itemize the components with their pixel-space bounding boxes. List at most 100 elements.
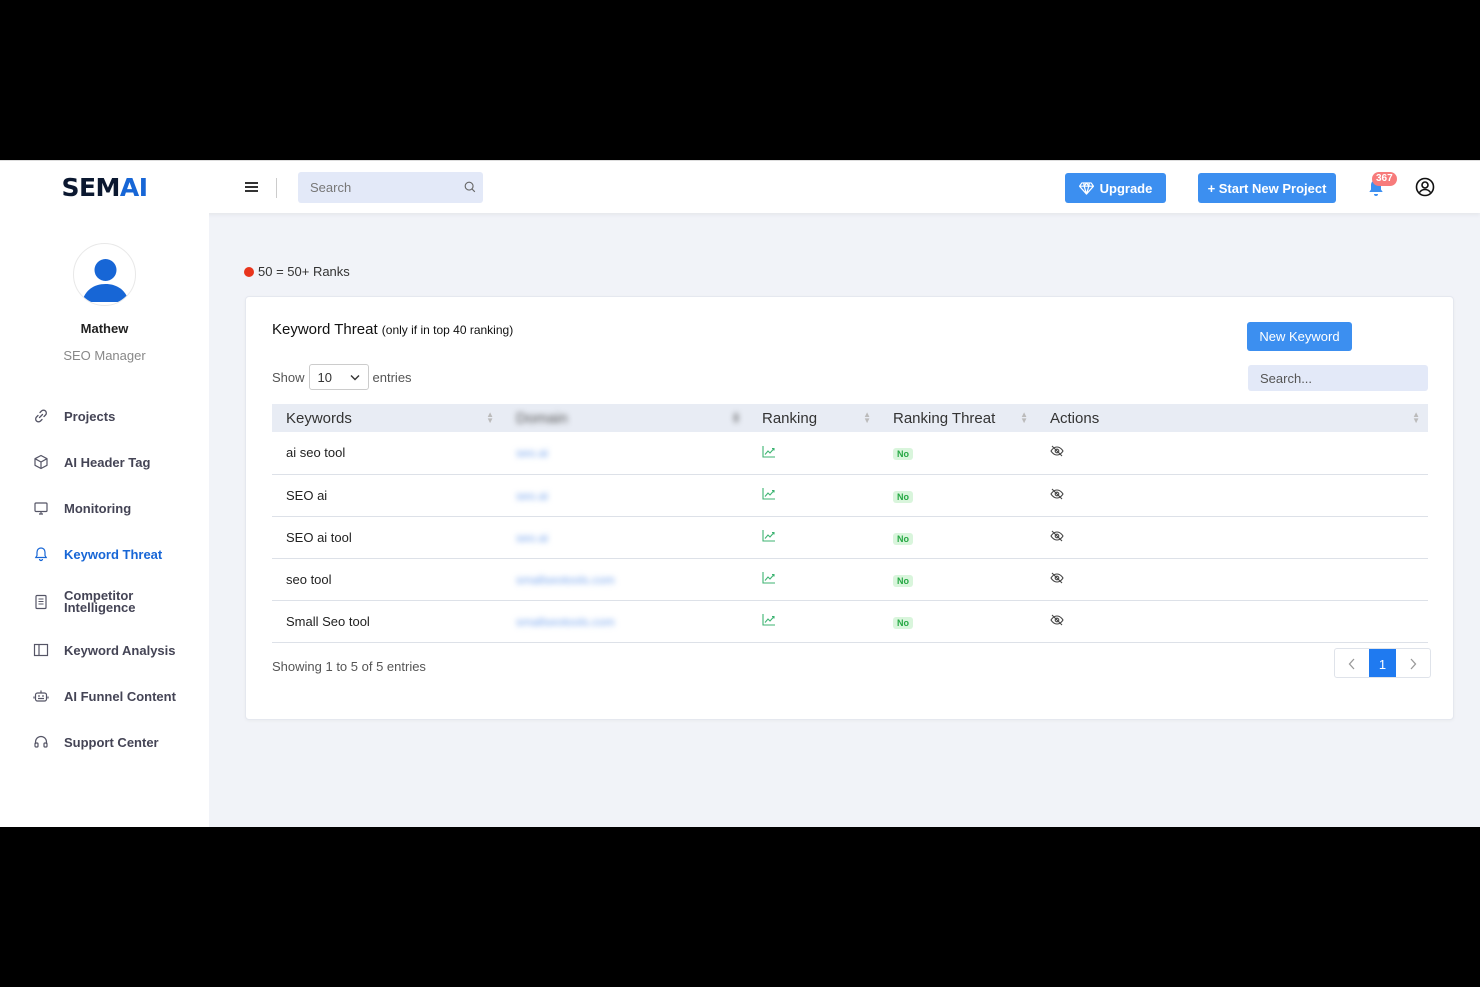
actions-cell — [1036, 516, 1428, 559]
global-search-input[interactable] — [298, 180, 453, 195]
sidebar-item-label: Keyword Analysis — [64, 642, 176, 658]
column-header-ranking[interactable]: Ranking ▲ ▼ — [748, 404, 879, 432]
trend-chart-icon[interactable] — [762, 571, 776, 584]
previous-page-button[interactable] — [1335, 649, 1369, 677]
legend-text: 50 = 50+ Ranks — [258, 264, 350, 279]
trend-chart-icon[interactable] — [762, 529, 776, 542]
sidebar-item-monitoring[interactable]: Monitoring — [0, 485, 209, 531]
column-header-domain[interactable]: Domain ▲ ▼ — [502, 404, 748, 432]
threat-status-badge: No — [893, 616, 913, 629]
keyword-threat-card: Keyword Threat (only if in top 40 rankin… — [245, 296, 1454, 720]
column-header-keywords[interactable]: Keywords ▲ ▼ — [272, 404, 502, 432]
sidebar-item-keyword-threat[interactable]: Keyword Threat — [0, 531, 209, 577]
cube-icon — [32, 453, 50, 471]
eye-off-icon[interactable] — [1050, 572, 1064, 584]
threat-status-badge: No — [893, 490, 913, 503]
keyword-table: Keywords ▲ ▼ Domain ▲ ▼ Ranking ▲ ▼ Ranking Th… — [272, 404, 1428, 643]
app-frame: SEMAI Upgrade + Start New Project 367 Ma… — [0, 160, 1480, 827]
diamond-icon — [1078, 181, 1094, 195]
column-header-ranking-threat[interactable]: Ranking Threat ▲ ▼ — [879, 404, 1036, 432]
card-title: Keyword Threat (only if in top 40 rankin… — [272, 321, 513, 338]
column-header-actions[interactable]: Actions ▲ ▼ — [1036, 404, 1428, 432]
sidebar-item-competitor-intelligence[interactable]: Competitor Intelligence — [0, 577, 209, 627]
page-button-current[interactable]: 1 — [1369, 649, 1396, 677]
keyword-cell: Small Seo tool — [272, 600, 502, 643]
legend-dot — [244, 266, 254, 277]
top-bar: SEMAI Upgrade + Start New Project 367 — [0, 160, 1480, 213]
sort-icon: ▲ ▼ — [863, 410, 871, 425]
table-row: Small Seo tool smallseotools.com No — [272, 600, 1428, 643]
keyword-cell: SEO ai — [272, 474, 502, 517]
chevron-down-icon — [350, 374, 360, 380]
logo-main: SEM — [61, 173, 120, 202]
robot-icon — [32, 687, 50, 705]
avatar[interactable] — [73, 243, 136, 306]
actions-cell — [1036, 600, 1428, 643]
show-label: Show — [272, 369, 305, 385]
sidebar-item-label: AI Header Tag — [64, 454, 151, 470]
domain-cell[interactable]: smallseotools.com — [502, 600, 748, 643]
threat-status-badge: No — [893, 574, 913, 587]
logo-accent: AI — [119, 173, 148, 202]
entries-select[interactable]: 10 — [308, 364, 369, 390]
eye-off-icon[interactable] — [1050, 614, 1064, 626]
table-search-input[interactable] — [1248, 365, 1428, 391]
profile-name: Mathew — [80, 321, 129, 336]
sidebar-item-label: Monitoring — [64, 500, 132, 516]
notification-badge: 367 — [1372, 172, 1397, 186]
chevron-right-icon — [1410, 658, 1417, 670]
trend-chart-icon[interactable] — [762, 445, 776, 458]
domain-cell[interactable]: seo.ai — [502, 432, 748, 475]
upgrade-label: Upgrade — [1099, 180, 1153, 196]
entries-value: 10 — [317, 369, 332, 385]
entries-length-control: Show 10 entries — [272, 364, 412, 390]
threat-cell: No — [879, 600, 1036, 643]
logo[interactable]: SEMAI — [0, 161, 209, 214]
sidebar-item-support-center[interactable]: Support Center — [0, 719, 209, 765]
sidebar-item-keyword-analysis[interactable]: Keyword Analysis — [0, 627, 209, 673]
eye-off-icon[interactable] — [1050, 488, 1064, 500]
trend-chart-icon[interactable] — [762, 487, 776, 500]
search-icon[interactable] — [463, 180, 477, 194]
threat-cell: No — [879, 432, 1036, 475]
sidebar-item-label: AI Funnel Content — [64, 688, 176, 704]
eye-off-icon[interactable] — [1050, 445, 1064, 457]
sidebar: Mathew SEO Manager Projects AI Header Ta… — [0, 213, 209, 827]
headset-icon — [32, 733, 50, 751]
menu-toggle-icon[interactable] — [245, 180, 261, 194]
sidebar-item-label: Projects — [64, 408, 116, 424]
divider — [276, 178, 277, 198]
start-new-project-button[interactable]: + Start New Project — [1198, 173, 1336, 203]
new-keyword-button[interactable]: New Keyword — [1247, 322, 1352, 351]
ranking-cell — [748, 474, 879, 517]
trend-chart-icon[interactable] — [762, 613, 776, 626]
user-account-icon[interactable] — [1415, 177, 1435, 197]
eye-off-icon[interactable] — [1050, 530, 1064, 542]
card-title-text: Keyword Threat — [272, 321, 378, 338]
next-page-button[interactable] — [1396, 649, 1430, 677]
table-row: ai seo tool seo.ai No — [272, 432, 1428, 475]
sidebar-item-ai-header-tag[interactable]: AI Header Tag — [0, 439, 209, 485]
domain-cell[interactable]: smallseotools.com — [502, 558, 748, 601]
table-row: SEO ai seo.ai No — [272, 474, 1428, 517]
monitor-icon — [32, 499, 50, 517]
sort-icon: ▲ ▼ — [1020, 410, 1028, 425]
chevron-left-icon — [1348, 658, 1355, 670]
user-avatar-icon — [82, 259, 129, 302]
domain-cell[interactable]: seo.ai — [502, 474, 748, 517]
keyword-cell: seo tool — [272, 558, 502, 601]
keyword-cell: ai seo tool — [272, 432, 502, 475]
actions-cell — [1036, 474, 1428, 517]
threat-cell: No — [879, 558, 1036, 601]
upgrade-button[interactable]: Upgrade — [1065, 173, 1166, 203]
sidebar-item-ai-funnel-content[interactable]: AI Funnel Content — [0, 673, 209, 719]
sort-icon: ▲ ▼ — [486, 410, 494, 425]
domain-cell[interactable]: seo.ai — [502, 516, 748, 559]
columns-icon — [32, 641, 50, 659]
sidebar-item-projects[interactable]: Projects — [0, 393, 209, 439]
threat-status-badge: No — [893, 448, 913, 461]
sidebar-item-label: Support Center — [64, 734, 159, 750]
ranking-cell — [748, 432, 879, 475]
pagination: 1 — [1334, 648, 1431, 678]
sidebar-item-label: Keyword Threat — [64, 546, 163, 562]
